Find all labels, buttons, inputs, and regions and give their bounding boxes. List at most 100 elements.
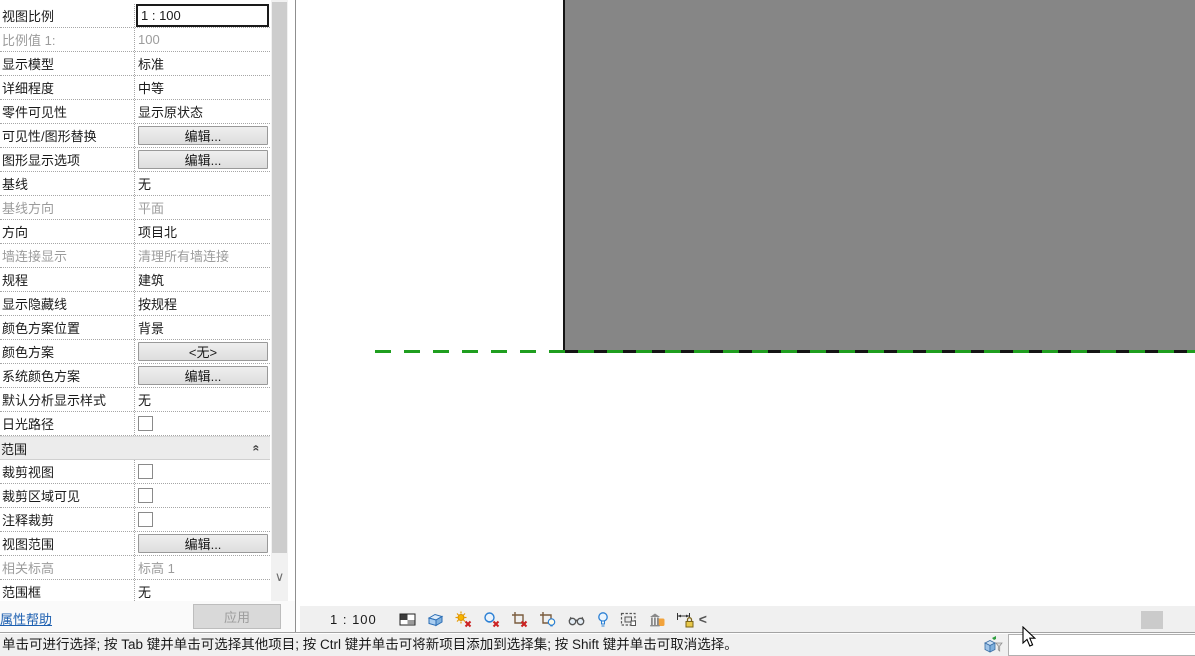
reveal-hidden-elements-icon[interactable] <box>597 611 609 628</box>
properties-help-link[interactable]: 属性帮助 <box>0 609 52 628</box>
crop-view-checkbox[interactable] <box>138 464 153 479</box>
scale-icon[interactable] <box>399 611 416 628</box>
property-label: 视图比例 <box>2 9 55 24</box>
shadows-icon[interactable] <box>483 611 500 628</box>
property-label: 零件可见性 <box>2 105 68 120</box>
property-label: 系统颜色方案 <box>2 369 81 384</box>
property-value: 清理所有墙连接 <box>134 244 270 267</box>
property-label: 可见性/图形替换 <box>2 129 97 144</box>
row-color-scheme: 颜色方案 <无> <box>0 340 270 364</box>
row-crop-region-visible: 裁剪区域可见 <box>0 484 270 508</box>
property-cell <box>134 460 270 483</box>
properties-panel: 视图比例 1 : 100 比例值 1: 100 显示模型 标准 详细程度 中等 … <box>0 0 296 632</box>
scrollbar-down-arrow[interactable]: ∨ <box>271 568 288 588</box>
property-label: 显示模型 <box>2 57 55 72</box>
property-cell: 编辑... <box>134 124 270 147</box>
selection-filter-icon[interactable] <box>983 635 1003 655</box>
collapse-section-icon[interactable]: « <box>250 445 264 452</box>
scrollbar-thumb[interactable] <box>272 2 287 553</box>
edit-button[interactable]: 编辑... <box>138 366 268 385</box>
property-cell: 编辑... <box>134 532 270 555</box>
property-cell <box>134 412 270 435</box>
properties-scrollbar[interactable]: ∨ <box>271 0 288 601</box>
row-system-color-scheme: 系统颜色方案 编辑... <box>0 364 270 388</box>
property-value[interactable]: 项目北 <box>134 220 270 243</box>
edit-button[interactable]: 编辑... <box>138 534 268 553</box>
view-control-bar: 1 : 100 < <box>300 606 1195 632</box>
property-label: 基线 <box>2 177 29 192</box>
view-scale-button[interactable]: 1 : 100 <box>330 612 377 627</box>
row-display-model: 显示模型 标准 <box>0 52 270 76</box>
view-scale-input[interactable]: 1 : 100 <box>136 4 269 27</box>
property-label: 裁剪区域可见 <box>2 489 81 504</box>
crop-region-visible-checkbox[interactable] <box>138 488 153 503</box>
property-label: 方向 <box>2 225 29 240</box>
property-value[interactable]: 标准 <box>134 52 270 75</box>
property-cell: 1 : 100 <box>134 4 270 27</box>
property-value[interactable]: 无 <box>134 388 270 411</box>
row-color-scheme-location: 颜色方案位置 背景 <box>0 316 270 340</box>
row-orientation: 方向 项目北 <box>0 220 270 244</box>
property-label: 颜色方案位置 <box>2 321 81 336</box>
row-wall-join-display: 墙连接显示 清理所有墙连接 <box>0 244 270 268</box>
drawing-area[interactable] <box>300 0 1195 606</box>
properties-table: 视图比例 1 : 100 比例值 1: 100 显示模型 标准 详细程度 中等 … <box>0 4 270 604</box>
edit-button[interactable]: 编辑... <box>138 150 268 169</box>
crop-view-icon[interactable] <box>511 611 528 628</box>
property-value: 100 <box>134 28 270 51</box>
property-value: 平面 <box>134 196 270 219</box>
property-label: 比例值 1: <box>2 33 56 48</box>
level-dashed-line[interactable] <box>375 350 1195 353</box>
property-label: 裁剪视图 <box>2 465 55 480</box>
revit-window: 视图比例 1 : 100 比例值 1: 100 显示模型 标准 详细程度 中等 … <box>0 0 1195 656</box>
row-parts-visibility: 零件可见性 显示原状态 <box>0 100 270 124</box>
temporary-hide-isolate-icon[interactable] <box>567 611 586 628</box>
property-value[interactable]: 按规程 <box>134 292 270 315</box>
apply-button[interactable]: 应用 <box>193 604 281 629</box>
mouse-cursor <box>1022 626 1037 647</box>
property-value[interactable]: 中等 <box>134 76 270 99</box>
property-label: 显示隐藏线 <box>2 297 68 312</box>
property-value[interactable]: 背景 <box>134 316 270 339</box>
sun-path-checkbox[interactable] <box>138 416 153 431</box>
color-scheme-button[interactable]: <无> <box>138 342 268 361</box>
panel-separator[interactable] <box>295 0 296 632</box>
properties-footer: 属性帮助 应用 <box>0 601 295 632</box>
property-label: 规程 <box>2 273 29 288</box>
property-value[interactable]: 建筑 <box>134 268 270 291</box>
property-label: 日光路径 <box>2 417 55 432</box>
property-label: 相关标高 <box>2 561 55 576</box>
visual-style-icon[interactable] <box>427 611 444 628</box>
property-label: 注释裁剪 <box>2 513 55 528</box>
view-control-icons <box>399 611 695 628</box>
property-cell: <无> <box>134 340 270 363</box>
section-header-extents[interactable]: 范围 « <box>0 436 270 460</box>
property-value[interactable]: 无 <box>134 580 270 603</box>
edit-button[interactable]: 编辑... <box>138 126 268 145</box>
temporary-view-properties-icon[interactable] <box>620 611 637 628</box>
property-label: 范围框 <box>2 585 42 600</box>
property-label: 颜色方案 <box>2 345 55 360</box>
property-label: 详细程度 <box>2 81 55 96</box>
sun-path-icon[interactable] <box>455 611 472 628</box>
row-crop-view: 裁剪视图 <box>0 460 270 484</box>
property-cell: 编辑... <box>134 364 270 387</box>
property-value[interactable]: 显示原状态 <box>134 100 270 123</box>
annotation-crop-checkbox[interactable] <box>138 512 153 527</box>
displaced-elements-icon[interactable] <box>648 611 665 628</box>
section-label: 范围 <box>1 441 28 457</box>
row-default-analysis-style: 默认分析显示样式 无 <box>0 388 270 412</box>
show-crop-region-icon[interactable] <box>539 611 556 628</box>
property-value: 标高 1 <box>134 556 270 579</box>
property-value[interactable]: 无 <box>134 172 270 195</box>
row-graphic-display-options: 图形显示选项 编辑... <box>0 148 270 172</box>
constraints-icon[interactable] <box>676 611 695 628</box>
property-label: 基线方向 <box>2 201 55 216</box>
h-scrollbar-thumb[interactable] <box>1141 611 1163 629</box>
property-cell: 编辑... <box>134 148 270 171</box>
row-discipline: 规程 建筑 <box>0 268 270 292</box>
collapse-arrow-icon[interactable]: < <box>699 611 707 627</box>
property-label: 墙连接显示 <box>2 249 68 264</box>
floor-region[interactable] <box>563 0 1195 353</box>
property-cell <box>134 508 270 531</box>
